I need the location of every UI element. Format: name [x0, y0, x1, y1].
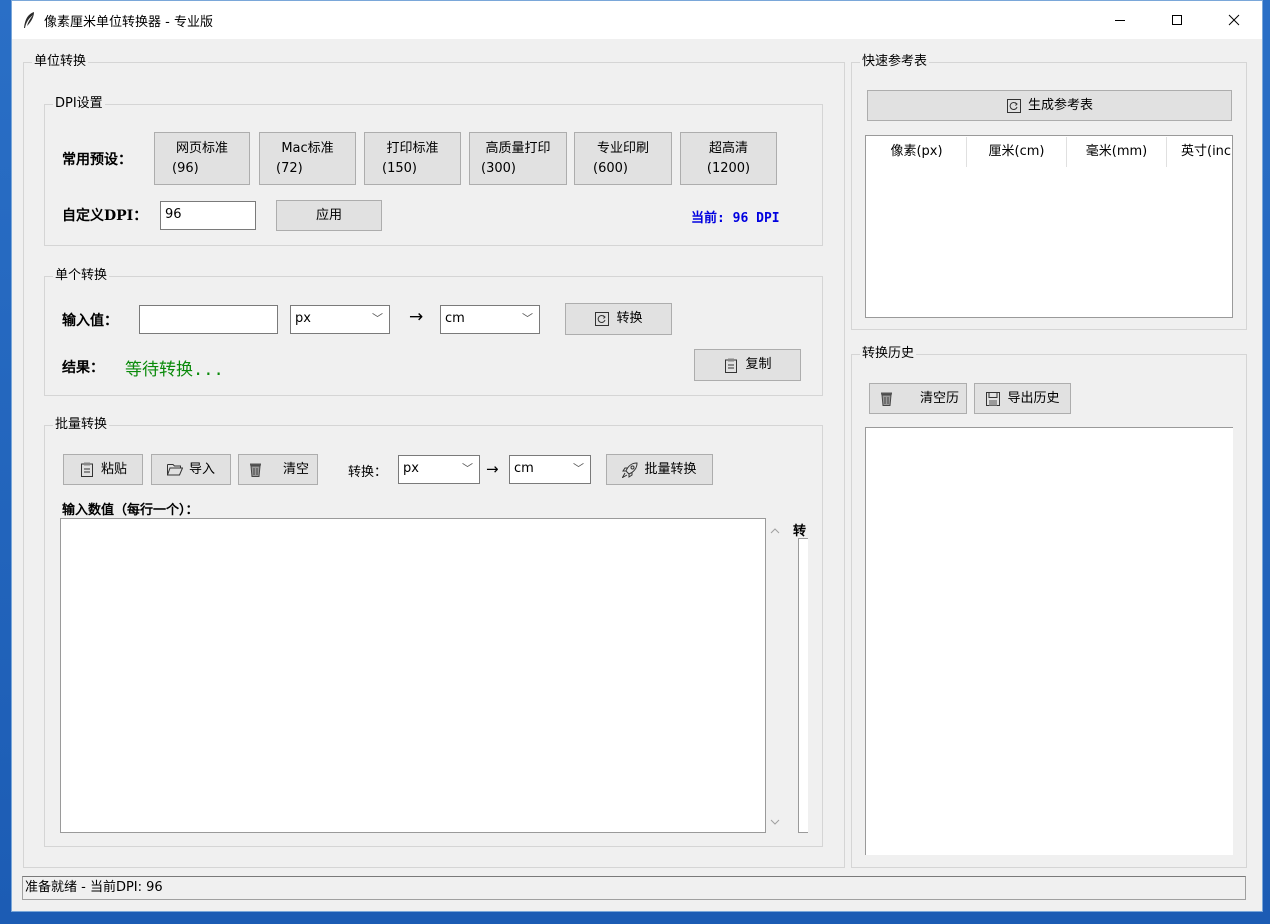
convert-arrow: →	[409, 307, 424, 327]
clear-history-button[interactable]: 清空历	[869, 383, 967, 414]
single-to-unit-select[interactable]: cm ﹀	[440, 305, 540, 334]
preset-name: 超高清	[708, 140, 748, 156]
selected-unit: cm	[445, 311, 465, 326]
scroll-down-icon	[770, 819, 780, 825]
result-label: 结果：	[62, 360, 104, 376]
minimize-icon	[1114, 20, 1125, 21]
clear-history-label: 清空历	[920, 390, 960, 406]
single-input-field[interactable]	[139, 305, 278, 334]
selected-unit: px	[403, 461, 419, 476]
result-value: 等待转换...	[125, 360, 224, 380]
preset-value: (96)	[172, 160, 199, 176]
dpi-settings-legend: DPI设置	[55, 96, 103, 111]
preset-name: 高质量打印	[485, 140, 551, 156]
preset-value: (600)	[593, 160, 628, 176]
generate-ref-label: 生成参考表	[1027, 97, 1093, 113]
chevron-down-icon: ﹀	[462, 462, 473, 475]
current-dpi-label: 当前: 96 DPI	[691, 211, 780, 226]
status-bar: 准备就绪 - 当前DPI: 96	[22, 876, 1246, 900]
chevron-down-icon: ﹀	[372, 312, 383, 325]
column-header-mm[interactable]: 毫米(mm)	[1067, 137, 1167, 167]
preset-name: 专业印刷	[596, 140, 649, 156]
batch-to-unit-select[interactable]: cm ﹀	[509, 455, 591, 484]
batch-convert-button-label: 批量转换	[644, 461, 697, 477]
batch-convert-button[interactable]: 批量转换	[606, 454, 713, 485]
preset-name: Mac标准	[281, 140, 334, 156]
history-list[interactable]	[865, 427, 1233, 855]
single-convert-legend: 单个转换	[55, 268, 108, 283]
import-label: 导入	[188, 461, 215, 477]
feather-icon	[24, 12, 34, 28]
single-convert-button[interactable]: 转换	[565, 303, 672, 335]
preset-mac-button[interactable]: Mac标准 (72)	[259, 132, 356, 185]
paste-button[interactable]: 粘贴	[63, 454, 143, 485]
batch-arrow: →	[486, 460, 499, 478]
clipboard-icon	[79, 462, 95, 478]
copy-label: 复制	[745, 357, 772, 372]
custom-dpi-label: 自定义DPI：	[62, 208, 148, 224]
window-title: 像素厘米单位转换器 - 专业版	[44, 14, 213, 30]
trash-icon	[878, 391, 894, 407]
presets-label: 常用预设：	[62, 152, 132, 168]
history-legend: 转换历史	[862, 346, 915, 361]
refresh-icon	[1006, 98, 1022, 114]
reference-table-header: 像素(px) 厘米(cm) 毫米(mm) 英寸(inc	[867, 137, 1231, 167]
minimize-button[interactable]	[1091, 1, 1148, 39]
input-value-label: 输入值：	[62, 313, 118, 329]
preset-uhd-button[interactable]: 超高清 (1200)	[680, 132, 777, 185]
preset-print-button[interactable]: 打印标准 (150)	[364, 132, 461, 185]
preset-name: 网页标准	[175, 140, 228, 156]
batch-output-label: 转	[793, 524, 806, 539]
apply-dpi-button[interactable]: 应用	[276, 200, 382, 231]
batch-input-textarea[interactable]	[60, 518, 766, 833]
paste-label: 粘贴	[100, 461, 127, 477]
export-history-label: 导出历史	[1007, 390, 1060, 406]
preset-value: (300)	[481, 160, 516, 176]
batch-output-textarea[interactable]	[798, 538, 808, 833]
folder-icon	[166, 462, 183, 478]
convert-label: 转换	[616, 311, 643, 326]
preset-value: (1200)	[706, 160, 751, 176]
custom-dpi-input[interactable]: 96	[160, 201, 256, 230]
app-window: 像素厘米单位转换器 - 专业版 单位转换 DPI设置 常用预设： 网页标准 (9…	[11, 0, 1263, 912]
preset-pro-print-button[interactable]: 专业印刷 (600)	[574, 132, 672, 185]
batch-input-scrollbar[interactable]	[766, 518, 784, 833]
trash-icon	[247, 462, 263, 478]
copy-result-button[interactable]: 复制	[694, 349, 801, 381]
scroll-up-icon	[770, 528, 780, 534]
batch-clear-button[interactable]: 清空	[238, 454, 318, 485]
preset-value: (150)	[382, 160, 417, 176]
quick-ref-legend: 快速参考表	[862, 54, 928, 69]
chevron-down-icon: ﹀	[522, 312, 533, 325]
selected-unit: cm	[514, 461, 534, 476]
column-header-px[interactable]: 像素(px)	[867, 137, 967, 167]
chevron-down-icon: ﹀	[573, 462, 584, 475]
refresh-icon	[594, 311, 610, 327]
close-button[interactable]	[1205, 1, 1262, 39]
maximize-icon	[1171, 15, 1182, 25]
unit-convert-legend: 单位转换	[34, 54, 87, 69]
clear-label: 清空	[283, 461, 310, 477]
column-header-cm[interactable]: 厘米(cm)	[967, 137, 1067, 167]
batch-convert-legend: 批量转换	[55, 417, 108, 432]
batch-convert-label: 转换：	[348, 465, 388, 480]
preset-web-button[interactable]: 网页标准 (96)	[154, 132, 250, 185]
save-icon	[985, 391, 1001, 407]
rocket-icon	[622, 461, 638, 478]
batch-input-label: 输入数值（每行一个）：	[62, 503, 199, 518]
close-icon	[1228, 14, 1239, 26]
title-bar: 像素厘米单位转换器 - 专业版	[12, 1, 1262, 39]
export-history-button[interactable]: 导出历史	[974, 383, 1071, 414]
single-from-unit-select[interactable]: px ﹀	[290, 305, 390, 334]
generate-ref-button[interactable]: 生成参考表	[867, 90, 1232, 121]
preset-name: 打印标准	[386, 140, 439, 156]
preset-hq-print-button[interactable]: 高质量打印 (300)	[469, 132, 567, 185]
clipboard-icon	[723, 357, 739, 373]
column-header-inch[interactable]: 英寸(inc	[1167, 137, 1231, 167]
selected-unit: px	[295, 311, 311, 326]
import-button[interactable]: 导入	[151, 454, 231, 485]
batch-from-unit-select[interactable]: px ﹀	[398, 455, 480, 484]
preset-value: (72)	[276, 160, 303, 176]
maximize-button[interactable]	[1148, 1, 1205, 39]
